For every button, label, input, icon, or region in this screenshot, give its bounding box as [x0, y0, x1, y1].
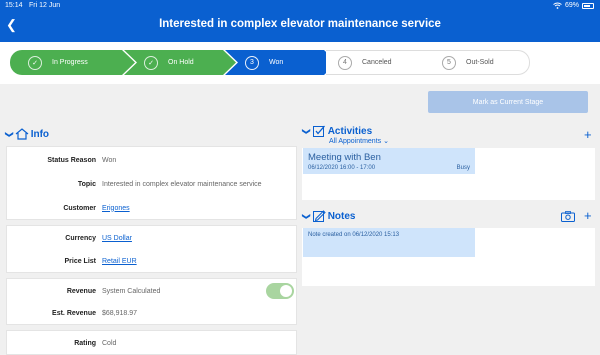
info-card-rating: Rating Cold — [6, 330, 297, 355]
field-label: Customer — [63, 204, 96, 212]
stage-label: Out-Sold — [466, 59, 494, 66]
info-card-revenue: Revenue System Calculated Est. Revenue $… — [6, 278, 297, 325]
add-activity-plus-icon[interactable]: + — [584, 128, 592, 141]
status-date: Fri 12 Jun — [29, 2, 61, 9]
customer-link[interactable]: Erigones — [102, 205, 130, 212]
field-value: Cold — [102, 339, 117, 347]
field-label: Est. Revenue — [52, 309, 96, 317]
activity-date: 06/12/2020 16:00 - 17:00 — [308, 165, 376, 171]
notes-panel: Note created on 06/12/2020 15:13 — [302, 228, 595, 286]
stage-canceled[interactable]: 4 Canceled — [326, 50, 438, 75]
field-label: Revenue — [66, 287, 96, 295]
activities-section-header[interactable]: ❯ Activities — [301, 124, 373, 138]
activities-icon — [312, 125, 325, 137]
status-time: 15:14 — [5, 2, 23, 9]
stage-number: 3 — [245, 55, 259, 70]
status-indicators: 69% — [553, 2, 594, 9]
info-section-header[interactable]: ❯ Info — [4, 128, 50, 140]
field-status-reason[interactable]: Status Reason Won — [7, 148, 298, 172]
field-price-list[interactable]: Price List Retail EUR — [7, 249, 298, 273]
notes-icon — [312, 210, 326, 222]
field-customer[interactable]: Customer Erigones — [7, 196, 298, 220]
field-value: Interested in complex elevator maintenan… — [102, 180, 262, 188]
stage-label: Canceled — [362, 59, 392, 66]
chevron-down-icon: ❯ — [301, 127, 311, 135]
field-value: System Calculated — [102, 287, 161, 295]
activities-panel: Meeting with Ben 06/12/2020 16:00 - 17:0… — [302, 148, 595, 200]
check-icon: ✓ — [28, 55, 42, 70]
status-bar: 15:14 Fri 12 Jun 69% — [0, 0, 600, 12]
activities-title: Activities — [327, 125, 373, 137]
field-label: Price List — [64, 257, 96, 265]
field-label: Rating — [74, 339, 96, 347]
field-topic[interactable]: Topic Interested in complex elevator mai… — [7, 172, 298, 196]
stage-label: In Progress — [52, 59, 88, 66]
field-label: Currency — [65, 234, 96, 242]
note-tile[interactable]: Note created on 06/12/2020 15:13 — [303, 228, 475, 257]
home-icon — [15, 128, 29, 140]
add-note-plus-icon[interactable]: + — [584, 209, 592, 222]
stage-label: Won — [269, 59, 284, 66]
stage-number: 5 — [442, 55, 456, 70]
business-process-bar: ✓ In Progress ✓ On Hold 3 Won 4 Canceled… — [0, 42, 600, 84]
stage-on-hold[interactable]: ✓ On Hold — [124, 50, 236, 75]
check-icon: ✓ — [144, 55, 158, 70]
stage-won[interactable]: 3 Won — [225, 50, 337, 75]
appointments-filter-dropdown[interactable]: All Appointments ⌄ — [329, 137, 389, 145]
price-list-link[interactable]: Retail EUR — [102, 258, 137, 265]
stage-in-progress[interactable]: ✓ In Progress — [10, 50, 135, 75]
chevron-down-icon: ❯ — [301, 212, 311, 220]
revenue-toggle[interactable] — [266, 283, 294, 299]
field-currency[interactable]: Currency US Dollar — [7, 226, 298, 250]
app-header: 15:14 Fri 12 Jun 69% ❮ Interested in com… — [0, 0, 600, 42]
activity-status: Busy — [456, 165, 470, 171]
field-label: Status Reason — [47, 156, 96, 164]
field-rating[interactable]: Rating Cold — [7, 331, 298, 355]
field-label: Topic — [77, 180, 96, 188]
currency-link[interactable]: US Dollar — [102, 235, 132, 242]
mark-as-current-stage-button[interactable]: Mark as Current Stage — [428, 91, 588, 113]
field-est-revenue[interactable]: Est. Revenue $68,918.97 — [7, 301, 298, 325]
stage-out-sold[interactable]: 5 Out-Sold — [438, 50, 530, 75]
field-revenue[interactable]: Revenue System Calculated — [7, 279, 298, 303]
camera-icon[interactable] — [561, 211, 575, 222]
page-title: Interested in complex elevator maintenan… — [159, 18, 441, 30]
activity-tile[interactable]: Meeting with Ben 06/12/2020 16:00 - 17:0… — [303, 148, 475, 174]
activity-title: Meeting with Ben — [308, 152, 381, 163]
info-card-general: Status Reason Won Topic Interested in co… — [6, 146, 297, 220]
notes-section-header[interactable]: ❯ Notes — [301, 209, 356, 223]
chevron-down-icon: ❯ — [4, 130, 14, 138]
notes-title: Notes — [327, 210, 356, 222]
stage-label: On Hold — [168, 59, 194, 66]
wifi-icon — [553, 2, 562, 9]
field-value: Won — [102, 156, 117, 164]
field-value: $68,918.97 — [102, 309, 138, 317]
battery-icon — [582, 2, 594, 9]
note-text: Note created on 06/12/2020 15:13 — [308, 232, 400, 238]
info-card-pricing: Currency US Dollar Price List Retail EUR — [6, 225, 297, 273]
stage-number: 4 — [338, 55, 352, 70]
battery-percent: 69% — [564, 2, 579, 9]
info-title: Info — [30, 128, 50, 140]
